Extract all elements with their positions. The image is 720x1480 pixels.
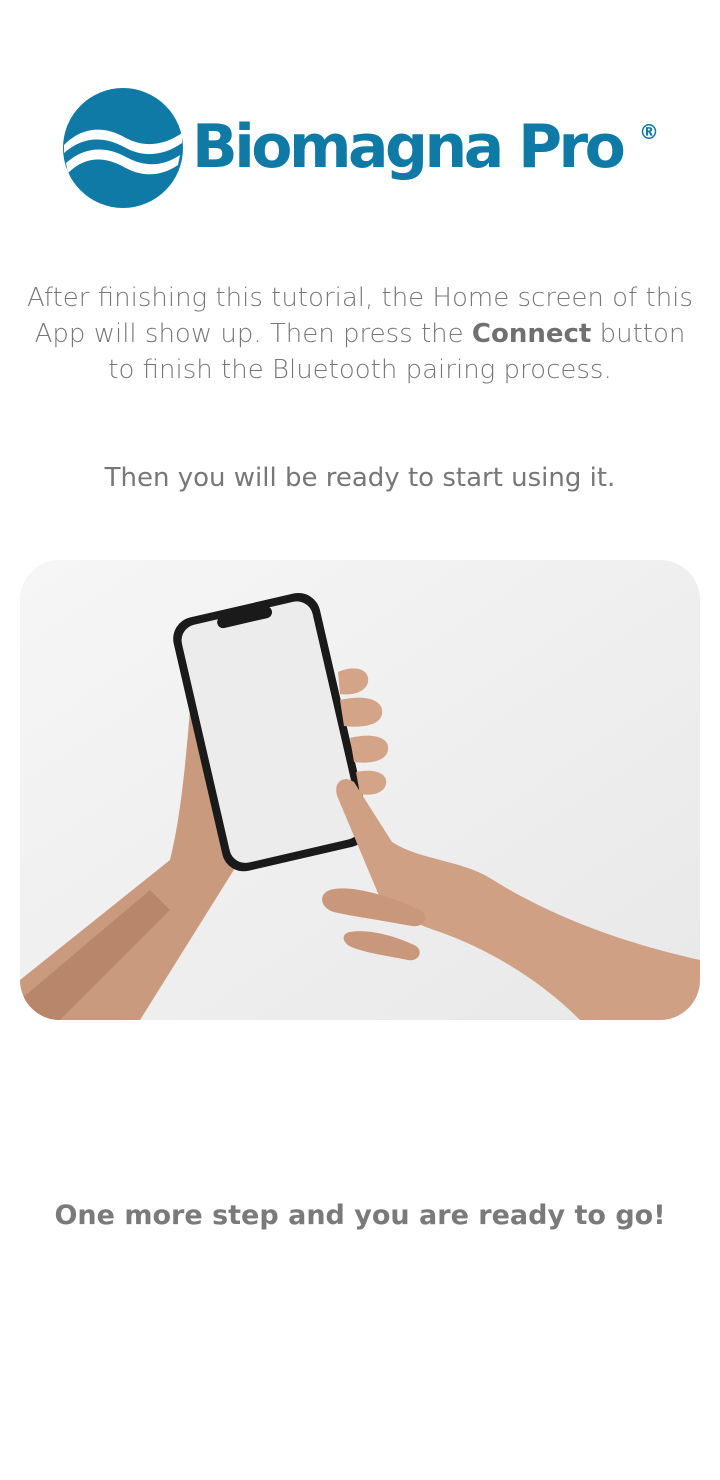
brand-name: Biomagna Pro — [192, 112, 626, 182]
ready-text: Then you will be ready to start using it… — [104, 463, 616, 493]
wave-logo-icon — [63, 88, 183, 208]
brand-logo: Biomagna Pro ® — [62, 87, 662, 211]
registered-mark: ® — [639, 120, 659, 144]
footer-message: One more step and you are ready to go! — [54, 1200, 666, 1231]
hand-holding-phone-illustration — [20, 560, 700, 1020]
phone-in-hand-icon — [20, 560, 700, 1020]
connect-highlight: Connect — [471, 319, 592, 349]
intro-text: After finishing this tutorial, the Home … — [20, 280, 700, 388]
